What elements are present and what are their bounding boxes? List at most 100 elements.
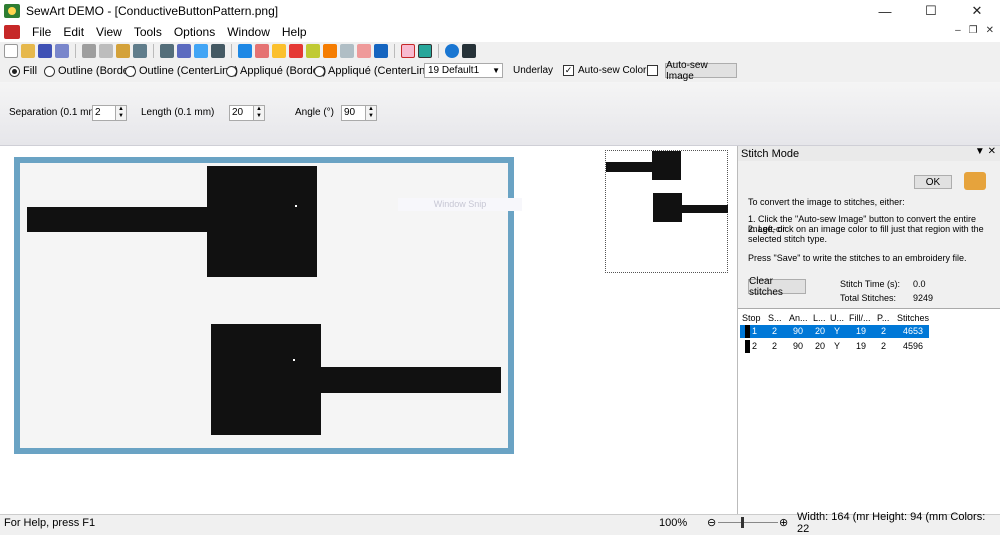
color-reduce-icon[interactable] (272, 44, 286, 58)
help-icon[interactable] (445, 44, 459, 58)
thread-color-select[interactable]: 19 Default1 ▼ (424, 63, 503, 78)
applique-border-radio-dot[interactable] (226, 65, 237, 77)
save-icon[interactable] (38, 44, 52, 58)
separation-spinner[interactable]: 2 ▲ ▼ (92, 105, 127, 121)
crop-icon[interactable] (211, 44, 225, 58)
pattern-square-top[interactable] (207, 166, 317, 277)
total-stitches-value: 9249 (913, 293, 934, 303)
table-header[interactable]: Stitches (897, 313, 929, 323)
table-header[interactable]: Fill/... (849, 313, 871, 323)
stitch-time-label: Stitch Time (s): (840, 279, 901, 289)
mdi-minimize-icon[interactable]: – (955, 25, 961, 36)
autosew-image-button[interactable]: Auto-sew Image (665, 60, 737, 82)
toolbar-separator (231, 44, 232, 58)
pattern-bar-top[interactable] (27, 207, 209, 232)
table-cell: 90 (793, 326, 804, 336)
preview-thumbnail[interactable] (605, 150, 728, 273)
table-header[interactable]: U... (830, 313, 844, 323)
menu-edit[interactable]: Edit (57, 25, 90, 39)
zoom-out-icon[interactable]: ⊖ (707, 516, 716, 529)
stitch-table[interactable]: Stop S... An... L... U... Fill/... P... … (738, 308, 1000, 514)
pencil-icon[interactable] (306, 44, 320, 58)
length-spinner[interactable]: 20 ▲ ▼ (229, 105, 265, 121)
applique-border-radio[interactable]: Appliqué (Border) (226, 65, 326, 77)
undo-icon[interactable] (133, 44, 147, 58)
table-cell: 2 (881, 341, 887, 351)
panel-controls: ▼ ✕ (975, 146, 996, 157)
maximize-button[interactable]: ☐ (908, 0, 954, 22)
spin-up-icon[interactable]: ▲ (116, 106, 126, 113)
angle-spin-buttons[interactable]: ▲ ▼ (366, 105, 377, 121)
close-button[interactable]: ✕ (954, 0, 1000, 22)
fill-radio-dot[interactable] (9, 65, 20, 77)
flip-icon[interactable] (160, 44, 174, 58)
table-header[interactable]: An... (789, 313, 808, 323)
mdi-close-icon[interactable]: ✕ (986, 25, 994, 36)
open-folder-icon[interactable] (21, 44, 35, 58)
stitch-view-icon[interactable] (401, 44, 415, 58)
spin-down-icon[interactable]: ▼ (116, 113, 126, 120)
menu-tools[interactable]: Tools (128, 25, 168, 39)
outline-border-radio-dot[interactable] (44, 65, 55, 77)
zoom-slider-track[interactable] (718, 522, 778, 523)
table-header[interactable]: P... (877, 313, 889, 323)
menu-file[interactable]: File (26, 25, 57, 39)
zoom-slider-thumb[interactable] (741, 517, 744, 528)
menu-options[interactable]: Options (168, 25, 221, 39)
table-header[interactable]: L... (813, 313, 826, 323)
zoom-in-icon[interactable]: ⊕ (779, 516, 788, 529)
palette-icon[interactable] (289, 44, 303, 58)
applique-centerline-radio[interactable]: Appliqué (CenterLine) (314, 65, 435, 77)
paste-icon[interactable] (116, 44, 130, 58)
angle-spinner[interactable]: 90 ▲ ▼ (341, 105, 377, 121)
person-icon[interactable] (238, 44, 252, 58)
spin-up-icon[interactable]: ▲ (254, 106, 264, 113)
eraser-icon[interactable] (357, 44, 371, 58)
option-checkbox[interactable] (647, 65, 658, 76)
stitch-mode-icon[interactable] (418, 44, 432, 58)
autosew-color-checkbox[interactable]: ✓ (563, 65, 574, 76)
menu-window[interactable]: Window (221, 25, 276, 39)
table-cell: 2 (772, 326, 778, 336)
context-help-icon[interactable] (462, 44, 476, 58)
separation-spin-buttons[interactable]: ▲ ▼ (116, 105, 127, 121)
spin-down-icon[interactable]: ▼ (254, 113, 264, 120)
save-as-icon[interactable] (55, 44, 69, 58)
shapes-icon[interactable] (374, 44, 388, 58)
copy-icon[interactable] (99, 44, 113, 58)
panel-dropdown-icon[interactable]: ▼ (975, 146, 985, 157)
table-header[interactable]: S... (768, 313, 782, 323)
ok-button[interactable]: OK (914, 175, 952, 189)
resize-icon[interactable] (194, 44, 208, 58)
rotate-icon[interactable] (177, 44, 191, 58)
fill-icon[interactable] (340, 44, 354, 58)
outline-border-radio[interactable]: Outline (Border) (44, 65, 136, 77)
document-icon[interactable] (4, 25, 20, 39)
length-value[interactable]: 20 (229, 105, 254, 121)
angle-value[interactable]: 90 (341, 105, 366, 121)
mdi-restore-icon[interactable]: ❐ (969, 25, 978, 36)
minimize-button[interactable]: — (862, 0, 908, 22)
magic-wand-icon[interactable] (255, 44, 269, 58)
stitch-mode-panel: Stitch Mode ▼ ✕ OK To convert the image … (737, 146, 1000, 514)
clear-stitches-button[interactable]: Clear stitches (748, 276, 806, 298)
spin-down-icon[interactable]: ▼ (366, 113, 376, 120)
menu-help[interactable]: Help (276, 25, 313, 39)
separation-value[interactable]: 2 (92, 105, 116, 121)
outline-centerline-radio[interactable]: Outline (CenterLine) (125, 65, 238, 77)
new-file-icon[interactable] (4, 44, 18, 58)
cut-icon[interactable] (82, 44, 96, 58)
pattern-bar-bottom[interactable] (319, 367, 501, 393)
applique-centerline-radio-dot[interactable] (314, 65, 325, 77)
outline-centerline-radio-dot[interactable] (125, 65, 136, 77)
length-spin-buttons[interactable]: ▲ ▼ (254, 105, 265, 121)
spin-up-icon[interactable]: ▲ (366, 106, 376, 113)
table-header[interactable]: Stop (742, 313, 761, 323)
table-cell: 2 (772, 341, 778, 351)
pattern-square-bottom[interactable] (211, 324, 321, 435)
menu-view[interactable]: View (90, 25, 128, 39)
image-canvas[interactable]: Window Snip (0, 146, 737, 514)
brush-icon[interactable] (323, 44, 337, 58)
panel-close-icon[interactable]: ✕ (988, 146, 996, 157)
fill-radio[interactable]: Fill (9, 65, 37, 77)
